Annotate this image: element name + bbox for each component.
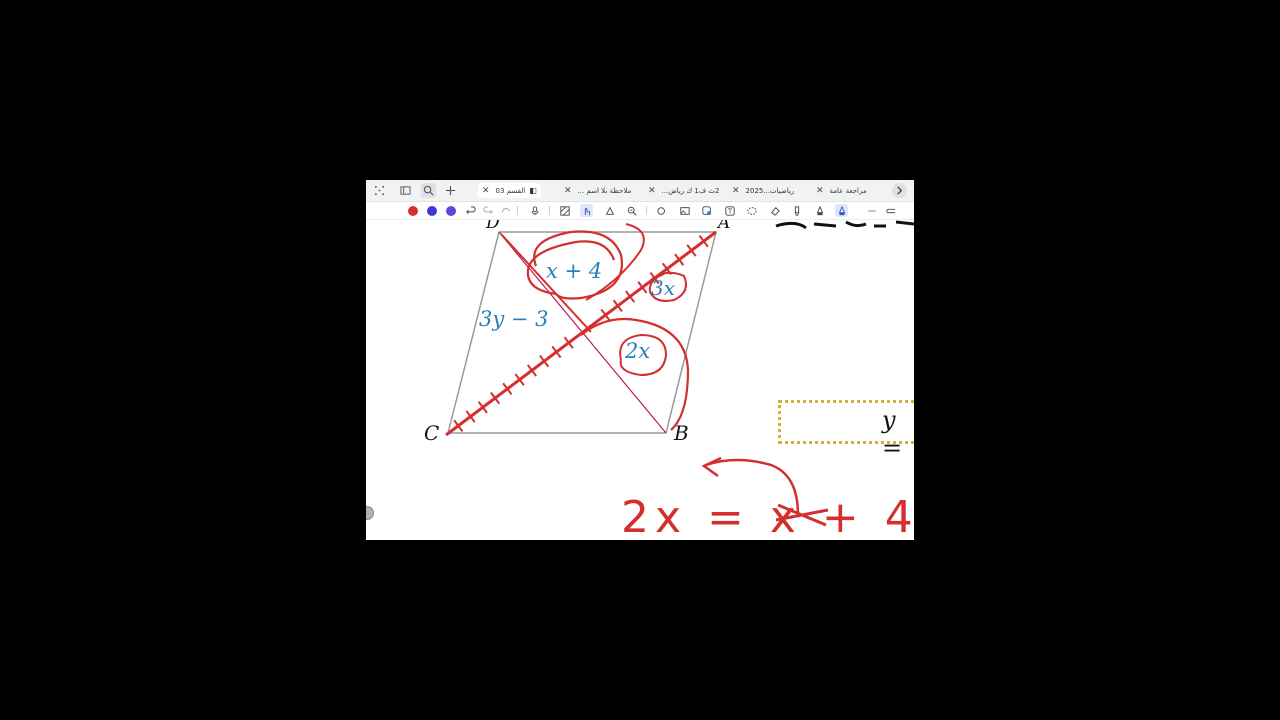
sidebar-toggle-icon[interactable] (398, 183, 413, 198)
zoom-icon[interactable] (625, 204, 638, 217)
microphone-icon[interactable] (528, 204, 541, 217)
close-icon[interactable]: ✕ (648, 186, 656, 196)
ruler-icon[interactable] (865, 204, 878, 217)
search-icon[interactable] (421, 183, 436, 198)
toolbar-divider (549, 206, 550, 215)
note-canvas[interactable]: x + 4 3x 2x 3y − 3 D A C B 2x = x + 4 y … (366, 220, 914, 540)
vertex-d: D (485, 220, 500, 233)
pen-color-blue[interactable] (427, 206, 437, 216)
collapse-toolbar-icon[interactable] (884, 204, 897, 217)
tab-title: رياضيات...2025 (745, 186, 795, 195)
image-icon[interactable] (678, 204, 691, 217)
drawing-toolbar: T (366, 202, 914, 220)
tab-title: ملاحظة بلا اسم ... (577, 186, 632, 195)
tab-title: مراجعة عامة (829, 186, 867, 195)
notebook-icon: ◧ (529, 186, 537, 195)
tab-general-review[interactable]: ✕ مراجعة عامة (816, 183, 867, 198)
close-icon[interactable]: ✕ (482, 186, 490, 196)
close-icon[interactable]: ✕ (816, 186, 824, 196)
tab-title: القسم 03 (495, 186, 526, 195)
answer-box-text: y = (882, 406, 903, 462)
pencil-icon[interactable] (813, 204, 826, 217)
tab-untitled-note[interactable]: ✕ ملاحظة بلا اسم ... (564, 183, 631, 198)
label-x-plus-4: x + 4 (546, 259, 602, 283)
tab-title: 2ث ف1 ك رياض... (661, 186, 720, 195)
background-pattern-icon[interactable] (558, 204, 571, 217)
toolbar-divider (646, 206, 647, 215)
vertex-c: C (424, 421, 439, 445)
label-3y-minus-3: 3y − 3 (479, 307, 549, 331)
toolbar-divider (517, 206, 518, 215)
shapes-icon[interactable] (655, 204, 668, 217)
handwritten-equation: 2x = x + 4 (621, 492, 914, 540)
svg-text:T: T (726, 207, 732, 215)
redo-icon[interactable] (481, 204, 494, 217)
tab-section-03[interactable]: ✕ القسم 03 ◧ (478, 183, 541, 198)
lasso-hand-icon[interactable] (603, 204, 616, 217)
pen-color-red[interactable] (408, 206, 418, 216)
undo-icon[interactable] (464, 204, 477, 217)
label-2x: 2x (624, 339, 650, 363)
heading-text-fragment (775, 220, 914, 230)
vertex-a: A (716, 220, 730, 233)
fountain-pen-icon[interactable] (835, 204, 848, 217)
label-3x: 3x (651, 276, 675, 300)
touch-draw-icon[interactable] (580, 204, 593, 217)
close-icon[interactable]: ✕ (564, 186, 572, 196)
app-window: ✕ القسم 03 ◧ ✕ ملاحظة بلا اسم ... ✕ 2ث ف… (366, 180, 914, 540)
close-icon[interactable]: ✕ (732, 186, 740, 196)
tab-bar: ✕ القسم 03 ◧ ✕ ملاحظة بلا اسم ... ✕ 2ث ف… (366, 180, 914, 202)
figure-drawing: x + 4 3x 2x 3y − 3 D A C B 2x = x + 4 (424, 220, 914, 540)
redo-all-icon[interactable] (499, 204, 512, 217)
highlighter-icon[interactable] (790, 204, 803, 217)
chevron-right-icon[interactable] (892, 183, 907, 198)
sticker-icon[interactable] (700, 204, 713, 217)
grid-menu-icon[interactable] (372, 183, 387, 198)
tab-math-class[interactable]: ✕ 2ث ف1 ك رياض... (648, 183, 719, 198)
tab-math-2025[interactable]: ✕ رياضيات...2025 (732, 183, 794, 198)
eraser-icon[interactable] (768, 204, 781, 217)
vertex-b: B (673, 421, 689, 445)
new-tab-icon[interactable] (443, 183, 458, 198)
pen-color-purple[interactable] (446, 206, 456, 216)
text-box-icon[interactable]: T (723, 204, 736, 217)
lasso-select-icon[interactable] (745, 204, 758, 217)
